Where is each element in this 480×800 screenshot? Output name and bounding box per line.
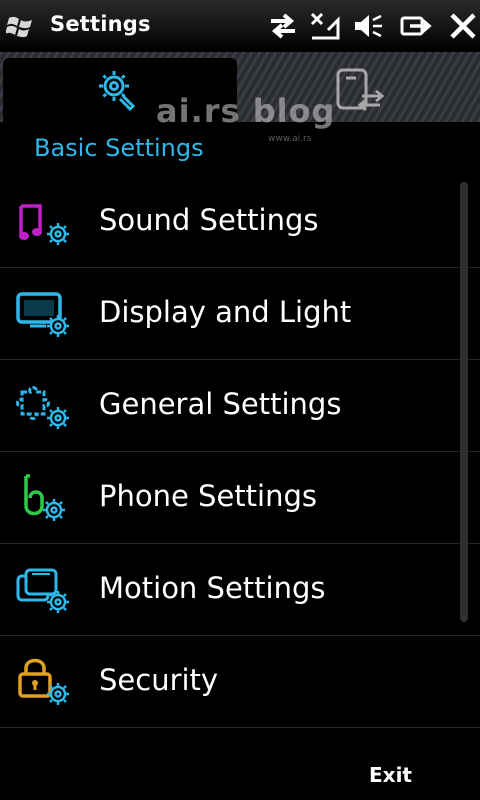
watermark: ai.rs blog <box>156 92 336 130</box>
app-title: Settings <box>50 12 151 36</box>
list-item-phone-settings[interactable]: Phone Settings <box>0 452 480 544</box>
list-item-security[interactable]: Security <box>0 636 480 728</box>
puzzle-gear-icon <box>16 386 69 429</box>
battery-icon[interactable] <box>398 10 432 42</box>
scrollbar[interactable] <box>460 182 468 622</box>
list-item-label: Sound Settings <box>99 203 319 237</box>
no-signal-icon[interactable] <box>308 10 342 42</box>
motion-gear-icon <box>16 568 69 613</box>
padlock-gear-icon <box>18 658 69 705</box>
list-item-label: Display and Light <box>99 295 352 329</box>
list-item-label: Security <box>99 663 219 697</box>
data-connection-icon[interactable] <box>266 10 300 42</box>
list-item-label: Motion Settings <box>99 571 326 605</box>
speaker-muted-icon[interactable] <box>350 10 384 42</box>
list-item-label: Phone Settings <box>99 479 317 513</box>
list-item-display-and-light[interactable]: Display and Light <box>0 268 480 360</box>
phone-gear-icon <box>24 474 65 521</box>
windows-logo-icon[interactable] <box>6 12 36 40</box>
list-item-label: General Settings <box>99 387 342 421</box>
status-bar: Settings <box>0 0 480 52</box>
gear-tools-icon[interactable] <box>92 66 138 112</box>
watermark-url: www.ai.rs <box>268 134 312 144</box>
list-item-general-settings[interactable]: General Settings <box>0 360 480 452</box>
list-item-motion-settings[interactable]: Motion Settings <box>0 544 480 636</box>
settings-list: Sound Settings Display and Light General… <box>0 176 480 728</box>
tab-label-basic-settings[interactable]: Basic Settings <box>34 134 204 162</box>
list-item-sound-settings[interactable]: Sound Settings <box>0 176 480 268</box>
device-sync-icon[interactable] <box>334 66 386 114</box>
close-icon[interactable] <box>446 10 480 42</box>
music-note-gear-icon <box>19 204 69 245</box>
exit-button[interactable]: Exit <box>369 763 412 787</box>
monitor-gear-icon <box>16 292 69 337</box>
